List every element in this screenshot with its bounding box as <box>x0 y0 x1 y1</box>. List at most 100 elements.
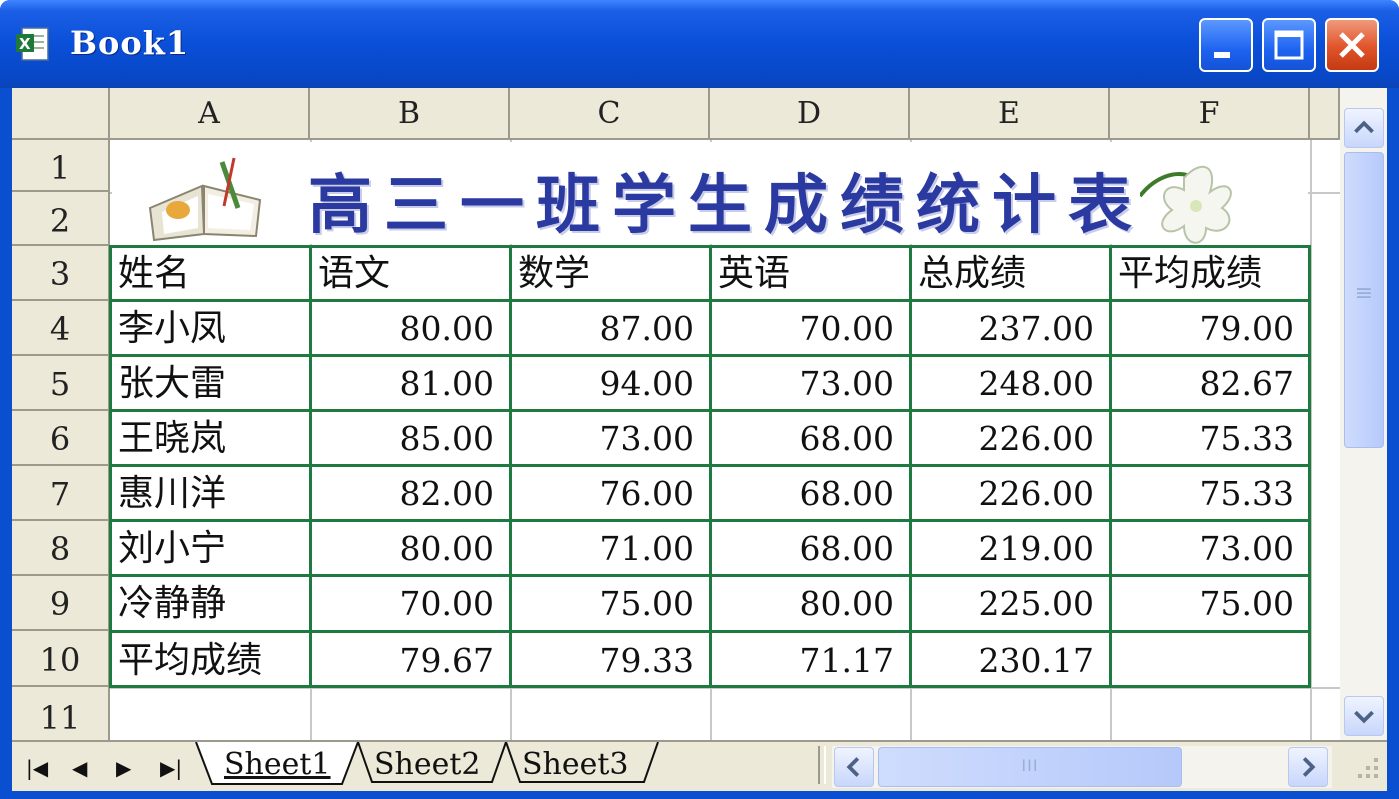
cell-c4[interactable]: 87.00 <box>510 301 694 355</box>
title-bar[interactable]: X Book1 <box>0 0 1399 88</box>
cell-b7[interactable]: 82.00 <box>310 466 494 520</box>
table-border-line <box>109 299 1311 302</box>
column-header-a[interactable]: A <box>110 88 310 140</box>
tab-split-handle[interactable] <box>818 746 826 784</box>
row-header-10[interactable]: 10 <box>12 631 110 687</box>
cell-e6[interactable]: 226.00 <box>910 411 1094 465</box>
minimize-button[interactable] <box>1199 18 1253 72</box>
worksheet-area[interactable]: A B C D E F 1 2 3 4 5 6 7 8 9 10 11 高三一班… <box>12 88 1387 791</box>
cell-b10[interactable]: 79.67 <box>310 633 494 687</box>
cell-f9[interactable]: 75.00 <box>1110 576 1294 630</box>
cell-d3[interactable]: 英语 <box>712 246 790 300</box>
row-header-2[interactable]: 2 <box>12 192 110 246</box>
vertical-scroll-thumb[interactable]: ≡ <box>1344 152 1384 448</box>
column-header-c[interactable]: C <box>510 88 710 140</box>
cell-d4[interactable]: 70.00 <box>710 301 894 355</box>
column-header-f[interactable]: F <box>1110 88 1310 140</box>
row-header-6[interactable]: 6 <box>12 411 110 466</box>
cell-a10[interactable]: 平均成绩 <box>112 633 262 687</box>
cell-d7[interactable]: 68.00 <box>710 466 894 520</box>
select-all-corner[interactable] <box>12 88 110 140</box>
scroll-right-button[interactable] <box>1288 747 1328 787</box>
cell-d5[interactable]: 73.00 <box>710 356 894 410</box>
cell-a5[interactable]: 张大雷 <box>112 356 226 410</box>
cell-c5[interactable]: 94.00 <box>510 356 694 410</box>
cell-d6[interactable]: 68.00 <box>710 411 894 465</box>
resize-grip-icon[interactable] <box>1352 752 1382 782</box>
maximize-button[interactable] <box>1262 18 1316 72</box>
row-header-8[interactable]: 8 <box>12 521 110 576</box>
horizontal-scroll-thumb[interactable]: III <box>878 747 1182 787</box>
scroll-up-button[interactable] <box>1344 108 1384 148</box>
tab-sheet2[interactable]: Sheet2 <box>374 742 481 788</box>
chevron-down-icon <box>1354 710 1374 724</box>
vertical-scrollbar[interactable]: ≡ <box>1340 88 1387 740</box>
cell-e10[interactable]: 230.17 <box>910 633 1094 687</box>
next-sheet-button[interactable]: ▶ <box>116 756 131 780</box>
row-header-1[interactable]: 1 <box>12 140 110 192</box>
cell-b9[interactable]: 70.00 <box>310 576 494 630</box>
cell-b8[interactable]: 80.00 <box>310 521 494 575</box>
cell-d10[interactable]: 71.17 <box>710 633 894 687</box>
cell-d9[interactable]: 80.00 <box>710 576 894 630</box>
column-header-e[interactable]: E <box>910 88 1110 140</box>
close-button[interactable] <box>1325 18 1379 72</box>
row-header-7[interactable]: 7 <box>12 466 110 521</box>
window-title: Book1 <box>70 24 190 62</box>
cell-c9[interactable]: 75.00 <box>510 576 694 630</box>
cell-e4[interactable]: 237.00 <box>910 301 1094 355</box>
previous-sheet-button[interactable]: ◀ <box>72 756 87 780</box>
cell-e9[interactable]: 225.00 <box>910 576 1094 630</box>
cell-f4[interactable]: 79.00 <box>1110 301 1294 355</box>
row-header-3[interactable]: 3 <box>12 246 110 301</box>
svg-text:X: X <box>19 35 31 53</box>
column-header-d[interactable]: D <box>710 88 910 140</box>
cell-b5[interactable]: 81.00 <box>310 356 494 410</box>
cell-c7[interactable]: 76.00 <box>510 466 694 520</box>
scroll-down-button[interactable] <box>1344 696 1384 736</box>
first-sheet-button[interactable]: |◀ <box>26 756 48 780</box>
maximize-icon <box>1274 30 1304 60</box>
horizontal-scrollbar[interactable]: III <box>832 746 1332 788</box>
cell-f3[interactable]: 平均成绩 <box>1112 246 1262 300</box>
cell-f8[interactable]: 73.00 <box>1110 521 1294 575</box>
close-icon <box>1339 32 1365 58</box>
cell-a3[interactable]: 姓名 <box>112 246 190 300</box>
cell-e5[interactable]: 248.00 <box>910 356 1094 410</box>
cell-c6[interactable]: 73.00 <box>510 411 694 465</box>
cell-e3[interactable]: 总成绩 <box>912 246 1026 300</box>
cell-a7[interactable]: 惠川洋 <box>112 466 226 520</box>
row-header-5[interactable]: 5 <box>12 356 110 411</box>
row-header-9[interactable]: 9 <box>12 576 110 631</box>
cell-b4[interactable]: 80.00 <box>310 301 494 355</box>
row-header-4[interactable]: 4 <box>12 301 110 356</box>
cell-b3[interactable]: 语文 <box>312 246 390 300</box>
cell-c8[interactable]: 71.00 <box>510 521 694 575</box>
table-border-line <box>109 354 1311 357</box>
scroll-left-button[interactable] <box>834 747 874 787</box>
banner-title: 高三一班学生成绩统计表 <box>308 168 1144 243</box>
tab-sheet1[interactable]: Sheet1 <box>224 742 331 788</box>
column-header-g-partial[interactable] <box>1310 88 1340 140</box>
gridline <box>1310 140 1312 740</box>
cell-a8[interactable]: 刘小宁 <box>112 521 226 575</box>
scroll-grip: III <box>1021 756 1039 775</box>
cell-f10[interactable] <box>1110 633 1294 687</box>
cell-c3[interactable]: 数学 <box>512 246 590 300</box>
cell-a6[interactable]: 王晓岚 <box>112 411 226 465</box>
cell-f5[interactable]: 82.67 <box>1110 356 1294 410</box>
row-header-11[interactable]: 11 <box>12 687 110 740</box>
cell-a9[interactable]: 冷静静 <box>112 576 226 630</box>
cell-b6[interactable]: 85.00 <box>310 411 494 465</box>
cell-d8[interactable]: 68.00 <box>710 521 894 575</box>
last-sheet-button[interactable]: ▶| <box>160 756 182 780</box>
cell-f7[interactable]: 75.33 <box>1110 466 1294 520</box>
cell-c10[interactable]: 79.33 <box>510 633 694 687</box>
cell-f6[interactable]: 75.33 <box>1110 411 1294 465</box>
tab-sheet3[interactable]: Sheet3 <box>522 742 629 788</box>
cell-a4[interactable]: 李小凤 <box>112 301 226 355</box>
cell-e7[interactable]: 226.00 <box>910 466 1094 520</box>
table-border-line <box>109 464 1311 467</box>
column-header-b[interactable]: B <box>310 88 510 140</box>
cell-e8[interactable]: 219.00 <box>910 521 1094 575</box>
